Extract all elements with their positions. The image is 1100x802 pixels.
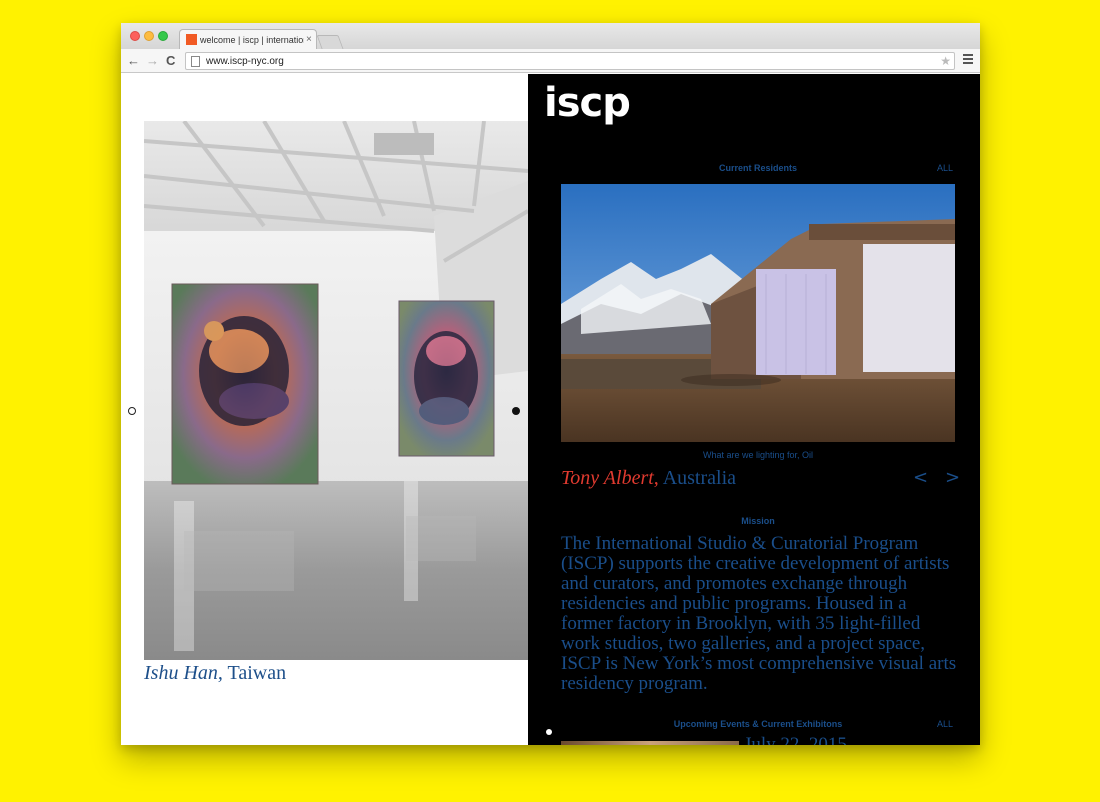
page-content: Ishu Han, Taiwan iscp Current Residents …	[121, 74, 980, 745]
forward-arrow-icon[interactable]: →	[146, 52, 159, 70]
slider-dot-active[interactable]	[512, 407, 520, 415]
current-residents-heading: Current Residents	[718, 163, 798, 173]
resident-country: Australia	[662, 467, 737, 489]
photo-caption: What are we lighting for, Oil	[702, 450, 814, 460]
resident-caption: Tony Albert, Australia	[561, 467, 736, 490]
tab-close-icon[interactable]: ×	[306, 34, 312, 45]
browser-toolbar: ← → C www.iscp-nyc.org ★	[121, 49, 980, 73]
artist-name[interactable]: Ishu Han,	[144, 662, 223, 684]
mission-heading: Mission	[741, 516, 775, 526]
back-arrow-icon[interactable]: ←	[127, 52, 140, 70]
minimize-window-button[interactable]	[144, 31, 154, 41]
page-icon	[191, 56, 200, 67]
scroll-indicator-dot[interactable]	[546, 729, 552, 735]
event-date: July 22, 2015	[744, 734, 847, 746]
title-bar: welcome | iscp | internation ×	[121, 23, 980, 49]
prev-arrow-icon[interactable]: <	[913, 467, 928, 488]
tab-title: welcome | iscp | internation	[200, 34, 304, 45]
resident-name[interactable]: Tony Albert,	[561, 467, 659, 489]
artist-caption: Ishu Han, Taiwan	[144, 662, 286, 685]
event-thumbnail[interactable]	[561, 741, 739, 745]
address-bar[interactable]: www.iscp-nyc.org ★	[185, 52, 955, 70]
browser-window: welcome | iscp | internation × ← → C www…	[121, 23, 980, 745]
resident-photo[interactable]	[561, 184, 955, 442]
slider-dot-inactive[interactable]	[128, 407, 136, 415]
gallery-photo[interactable]	[144, 121, 528, 660]
new-tab-button[interactable]	[316, 35, 344, 49]
right-pane: iscp Current Residents ALL What are we l…	[528, 74, 980, 745]
browser-tab[interactable]: welcome | iscp | internation ×	[179, 29, 317, 49]
mission-text: The International Studio & Curatorial Pr…	[561, 533, 957, 694]
maximize-window-button[interactable]	[158, 31, 168, 41]
reload-icon[interactable]: C	[166, 52, 175, 70]
events-all-link[interactable]: ALL	[937, 719, 953, 729]
bookmark-star-icon[interactable]: ★	[940, 53, 951, 69]
events-heading: Upcoming Events & Current Exhibitons	[673, 719, 843, 729]
close-window-button[interactable]	[130, 31, 140, 41]
next-arrow-icon[interactable]: >	[945, 467, 960, 488]
residents-all-link[interactable]: ALL	[937, 163, 953, 173]
artist-country: Taiwan	[227, 662, 287, 684]
url-text[interactable]: www.iscp-nyc.org	[206, 55, 284, 68]
left-pane: Ishu Han, Taiwan	[121, 74, 528, 745]
gallery-image	[144, 121, 528, 660]
favicon-icon	[186, 34, 197, 45]
iscp-logo[interactable]: iscp	[544, 80, 631, 126]
resident-image	[561, 184, 955, 442]
hamburger-menu-icon[interactable]	[963, 54, 973, 66]
